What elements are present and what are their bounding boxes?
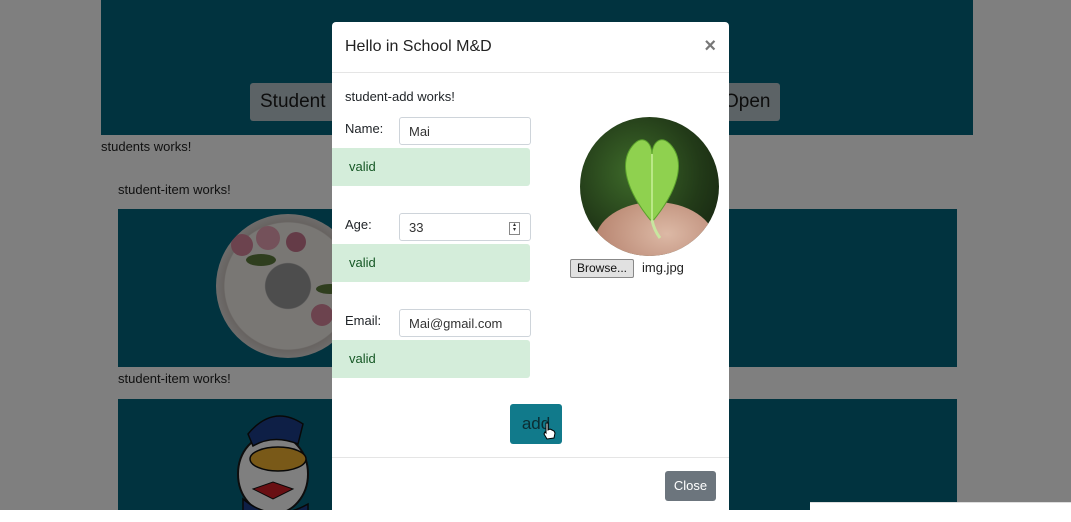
email-valid-feedback: valid [332,340,530,378]
name-label: Name: [345,121,384,136]
selected-filename: img.jpg [642,260,684,275]
close-button[interactable]: Close [665,471,716,501]
name-input[interactable]: Mai [399,117,531,145]
name-valid-feedback: valid [332,148,530,186]
number-spinner-icon[interactable]: ▴ ▾ [509,222,520,235]
age-label: Age: [345,217,372,232]
close-icon[interactable]: × [704,36,716,56]
age-input[interactable]: 33 ▴ ▾ [399,213,531,241]
email-input[interactable]: Mai@gmail.com [399,309,531,337]
age-valid-feedback: valid [332,244,530,282]
avatar-preview [580,117,719,256]
modal-header: Hello in School M&D × [332,22,729,73]
add-student-modal: Hello in School M&D × student-add works!… [332,22,729,522]
modal-footer: Close [332,457,729,522]
student-add-works-text: student-add works! [345,89,455,104]
age-value: 33 [409,220,424,235]
modal-title: Hello in School M&D [345,38,492,55]
browse-button[interactable]: Browse... [570,259,635,278]
hand-cursor-icon [543,422,556,440]
email-label: Email: [345,313,382,328]
heart-leaf-icon [625,139,679,239]
